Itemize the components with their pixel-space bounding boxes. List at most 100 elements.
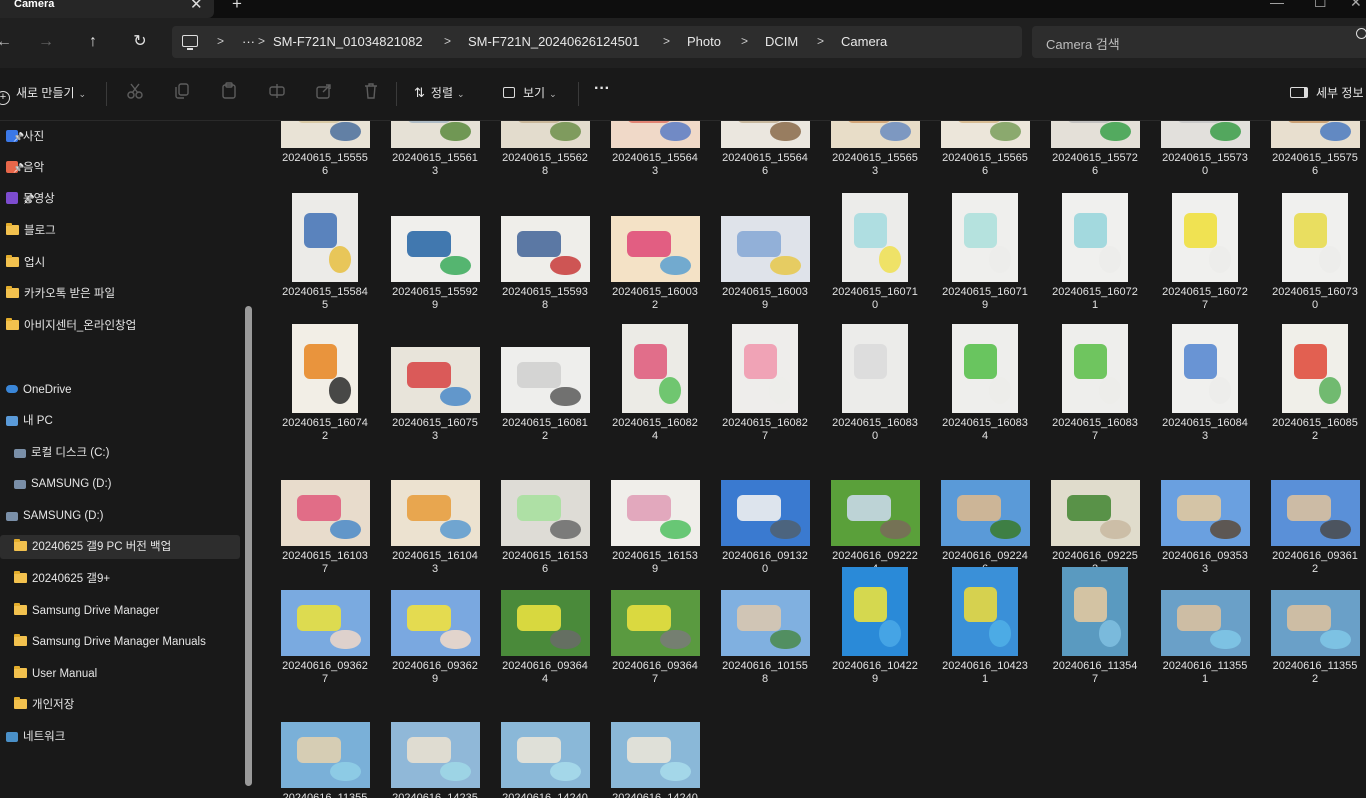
file-tile[interactable]: 20240616_11354 7	[1040, 567, 1150, 686]
back-arrow-icon[interactable]: ←	[0, 30, 16, 54]
search-box[interactable]: Camera 검색	[1032, 26, 1366, 58]
photo-thumbnail[interactable]	[280, 590, 370, 656]
sidebar-item-folder-4[interactable]: User Manual	[14, 662, 97, 686]
file-tile[interactable]: 20240615_16071 9	[930, 193, 1040, 312]
photo-thumbnail[interactable]	[1062, 193, 1128, 282]
this-pc-icon[interactable]	[182, 35, 198, 50]
file-tile[interactable]: 20240615_16003 2	[600, 193, 710, 312]
file-tile[interactable]: 20240615_15555 6	[270, 121, 380, 178]
file-tile[interactable]: 20240615_16082 7	[710, 324, 820, 443]
rename-icon[interactable]	[268, 82, 286, 100]
pin-icon[interactable]: 📌	[13, 156, 24, 180]
breadcrumb-separator[interactable]: >	[258, 34, 265, 48]
photo-thumbnail[interactable]	[280, 121, 370, 148]
sidebar-item-drive-1[interactable]: SAMSUNG (D:)	[14, 472, 112, 496]
pin-icon[interactable]: 📌	[13, 125, 24, 149]
breadcrumb-separator[interactable]: >	[663, 34, 670, 48]
breadcrumb-separator[interactable]: >	[217, 34, 224, 48]
view-button[interactable]: 보기 ⌄	[503, 84, 557, 101]
breadcrumb-backup[interactable]: SM-F721N_20240626124501	[468, 34, 639, 49]
sidebar-item-drive-2[interactable]: SAMSUNG (D:)	[6, 504, 104, 528]
photo-thumbnail[interactable]	[1050, 480, 1140, 546]
file-tile[interactable]: 20240616_10155 8	[710, 567, 820, 686]
sidebar-item-folder-2[interactable]: Samsung Drive Manager	[14, 599, 159, 623]
photo-thumbnail[interactable]	[1270, 121, 1360, 148]
photo-thumbnail[interactable]	[390, 347, 480, 413]
sidebar-item-folder-5[interactable]: 개인저장	[14, 693, 74, 717]
share-icon[interactable]	[315, 82, 333, 100]
photo-thumbnail[interactable]	[830, 480, 920, 546]
paste-icon[interactable]	[220, 82, 238, 100]
file-tile[interactable]: 20240615_16074 2	[270, 324, 380, 443]
file-tile[interactable]: 20240615_15575 6	[1260, 121, 1366, 178]
photo-thumbnail[interactable]	[500, 590, 590, 656]
photo-thumbnail[interactable]	[842, 193, 908, 282]
breadcrumb-device[interactable]: SM-F721N_01034821082	[273, 34, 423, 49]
sort-button[interactable]: ⇅ 정렬 ⌄	[414, 84, 465, 101]
photo-thumbnail[interactable]	[1062, 567, 1128, 656]
sidebar-item-quick-1[interactable]: 음악 📌	[6, 156, 44, 180]
file-tile[interactable]: 20240615_15561 3	[380, 121, 490, 178]
photo-thumbnail[interactable]	[390, 480, 480, 546]
address-bar[interactable]: > ··· > SM-F721N_01034821082 > SM-F721N_…	[172, 26, 1022, 58]
photo-thumbnail[interactable]	[390, 722, 480, 788]
photo-thumbnail[interactable]	[720, 480, 810, 546]
tab-camera[interactable]: Camera ✕	[0, 0, 214, 18]
file-tile[interactable]: 20240615_16081 2	[490, 324, 600, 443]
file-tile[interactable]: 20240616_092246	[930, 457, 1040, 576]
search-icon[interactable]	[1356, 28, 1366, 39]
photo-thumbnail[interactable]	[1160, 590, 1250, 656]
photo-thumbnail[interactable]	[732, 324, 798, 413]
breadcrumb-separator[interactable]: >	[817, 34, 824, 48]
file-tile[interactable]: 20240616_092252	[1040, 457, 1150, 576]
more-options-icon[interactable]: ···	[594, 80, 610, 98]
file-tile[interactable]: 20240615_15564 3	[600, 121, 710, 178]
sidebar-item-quick-2[interactable]: 동영상 📌	[6, 187, 55, 211]
photo-thumbnail[interactable]	[940, 121, 1030, 148]
file-tile[interactable]: 20240615_16104 3	[380, 457, 490, 576]
sidebar-item-network[interactable]: 네트워크	[6, 725, 65, 749]
photo-thumbnail[interactable]	[500, 480, 590, 546]
photo-thumbnail[interactable]	[720, 216, 810, 282]
file-tile[interactable]: 20240616_142357	[380, 699, 490, 798]
photo-thumbnail[interactable]	[1172, 324, 1238, 413]
file-tile[interactable]: 20240615_15572 6	[1040, 121, 1150, 178]
file-tile[interactable]: 20240615_16075 3	[380, 324, 490, 443]
file-tile[interactable]: 20240615_16083 0	[820, 324, 930, 443]
photo-thumbnail[interactable]	[1172, 193, 1238, 282]
minimize-icon[interactable]: —	[1270, 0, 1284, 10]
copy-icon[interactable]	[173, 82, 191, 100]
photo-thumbnail[interactable]	[1062, 324, 1128, 413]
photo-thumbnail[interactable]	[280, 480, 370, 546]
photo-thumbnail[interactable]	[1282, 324, 1348, 413]
photo-thumbnail[interactable]	[720, 121, 810, 148]
sidebar-item-quick-6[interactable]: 아비지센터_온라인창업	[6, 314, 136, 338]
file-tile[interactable]: 20240615_16085 2	[1260, 324, 1366, 443]
details-pane-button[interactable]: 세부 정보	[1290, 84, 1364, 101]
file-tile[interactable]: 20240615_16071 0	[820, 193, 930, 312]
sidebar-item-folder-0[interactable]: 20240625 갤9 PC 버전 백업	[0, 535, 240, 559]
file-tile[interactable]: 20240615_15565 6	[930, 121, 1040, 178]
photo-thumbnail[interactable]	[390, 121, 480, 148]
file-tile[interactable]: 20240616_142407	[490, 699, 600, 798]
file-tile[interactable]: 20240615_15562 8	[490, 121, 600, 178]
up-arrow-icon[interactable]: ↑	[81, 30, 105, 54]
sidebar-item-folder-1[interactable]: 20240625 갤9+	[14, 567, 110, 591]
photo-thumbnail[interactable]	[500, 347, 590, 413]
photo-thumbnail[interactable]	[610, 722, 700, 788]
photo-thumbnail[interactable]	[940, 480, 1030, 546]
photo-thumbnail[interactable]	[610, 121, 700, 148]
photo-thumbnail[interactable]	[280, 722, 370, 788]
photo-thumbnail[interactable]	[292, 193, 358, 282]
window-close-icon[interactable]: ✕	[1350, 0, 1362, 11]
file-tile[interactable]: 20240616_11355 2	[1260, 567, 1366, 686]
file-tile[interactable]: 20240616_09353 3	[1150, 457, 1260, 576]
file-tile[interactable]: 20240616_09362 7	[270, 567, 380, 686]
breadcrumb-separator[interactable]: >	[741, 34, 748, 48]
file-tile[interactable]: 20240616_113559	[270, 699, 380, 798]
photo-thumbnail[interactable]	[622, 324, 688, 413]
file-tile[interactable]: 20240615_15565 3	[820, 121, 930, 178]
sidebar-item-drive-0[interactable]: 로컬 디스크 (C:)	[14, 441, 109, 465]
cut-icon[interactable]	[126, 82, 144, 100]
file-tile[interactable]: 20240615_15584 5	[270, 193, 380, 312]
